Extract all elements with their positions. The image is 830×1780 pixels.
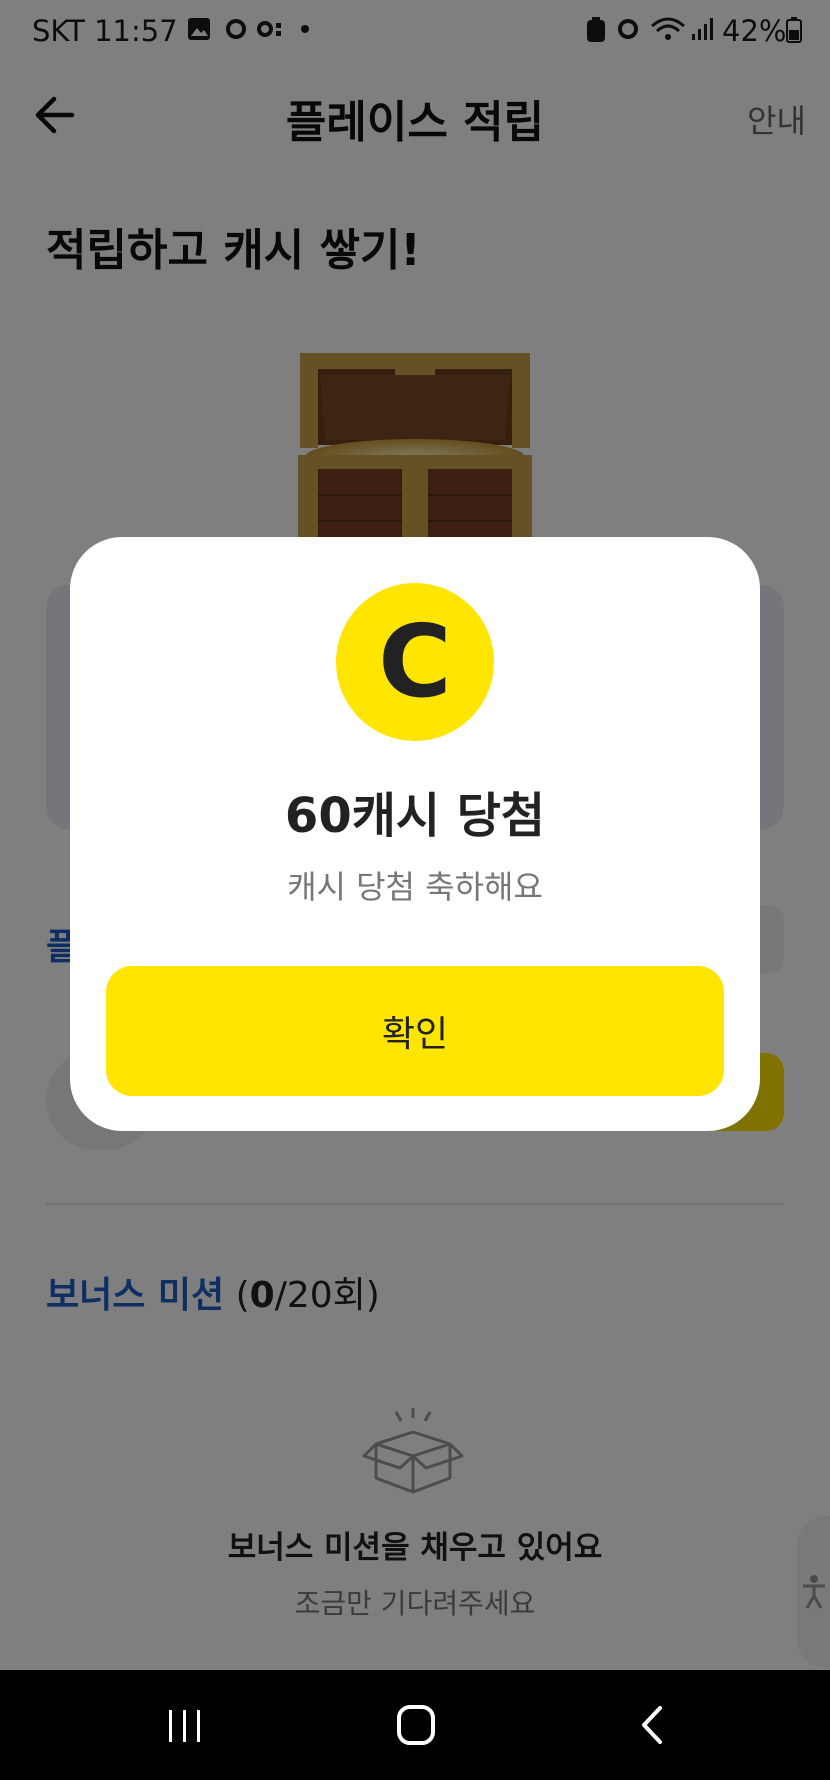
home-icon[interactable] — [396, 1704, 436, 1746]
nav-back-icon[interactable] — [636, 1704, 666, 1746]
recents-icon[interactable] — [166, 1706, 204, 1746]
dialog-subtitle: 캐시 당첨 축하해요 — [287, 868, 543, 906]
confirm-button[interactable]: 확인 — [106, 966, 724, 1096]
dialog-title: 60캐시 당첨 — [284, 788, 546, 844]
system-nav-bar — [0, 1670, 830, 1780]
coin-letter: C — [378, 603, 452, 720]
